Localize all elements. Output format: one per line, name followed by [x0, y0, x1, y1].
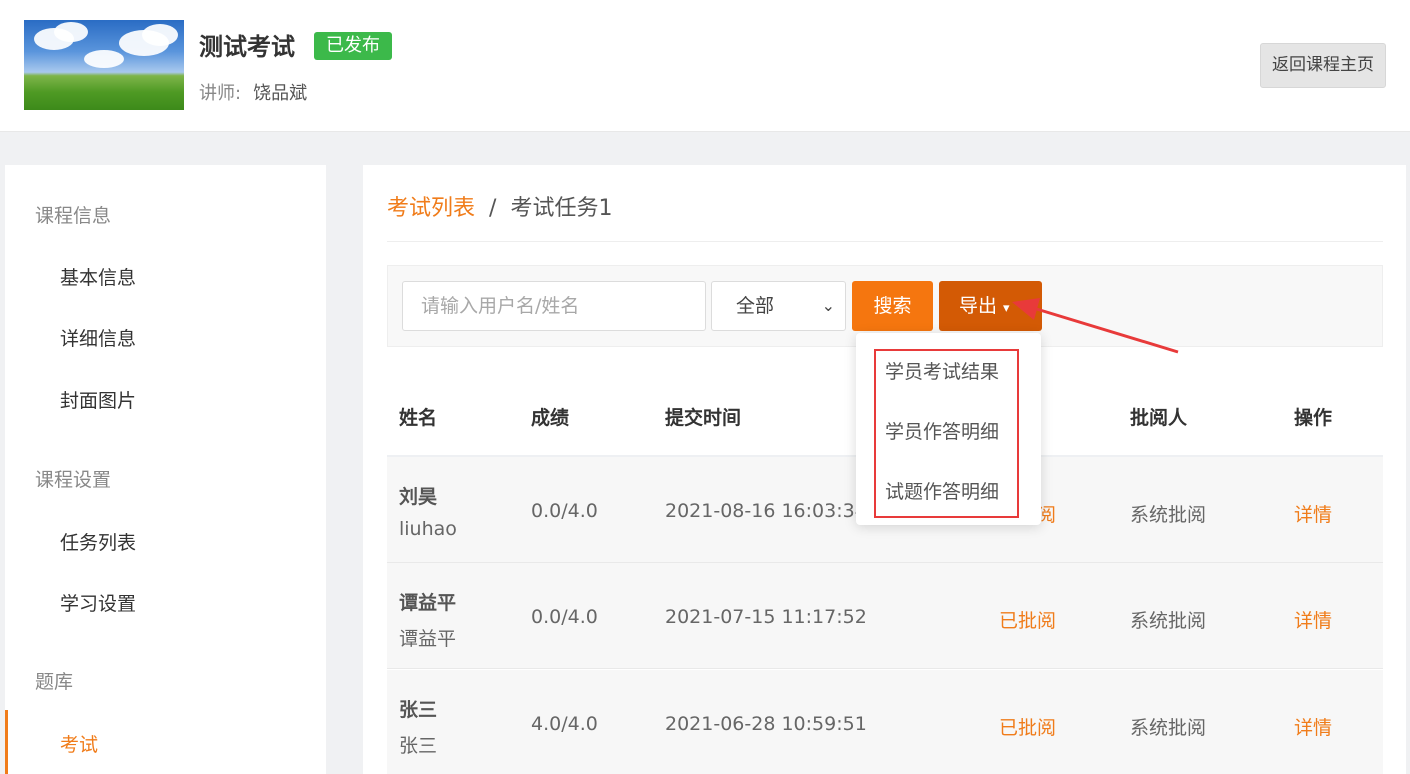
detail-link[interactable]: 详情 [1294, 713, 1332, 740]
table-row: 张三 张三 4.0/4.0 2021-06-28 10:59:51 已批阅 系统… [387, 670, 1383, 774]
sidebar-group-question-bank: 题库 [35, 671, 74, 693]
column-header-score: 成绩 [531, 407, 570, 429]
student-name: 谭益平 [399, 592, 457, 614]
export-menu-item-question-details[interactable]: 试题作答明细 [885, 477, 999, 504]
sidebar-item-task-list[interactable]: 任务列表 [60, 528, 136, 555]
sidebar-active-indicator [5, 710, 8, 774]
breadcrumb-separator: / [489, 196, 497, 221]
submit-time: 2021-08-16 16:03:34 [665, 500, 867, 522]
chevron-down-icon: ⌄ [821, 296, 835, 315]
score: 4.0/4.0 [531, 713, 598, 735]
score: 0.0/4.0 [531, 500, 598, 522]
divider [387, 241, 1383, 242]
student-username: liuhao [399, 518, 457, 540]
submit-time: 2021-07-15 11:17:52 [665, 606, 867, 628]
breadcrumb: 考试列表 / 考试任务1 [387, 190, 612, 222]
detail-link[interactable]: 详情 [1294, 500, 1332, 527]
back-to-course-button[interactable]: 返回课程主页 [1260, 43, 1386, 88]
export-menu-item-answer-details[interactable]: 学员作答明细 [885, 417, 999, 444]
score: 0.0/4.0 [531, 606, 598, 628]
sidebar-group-course-settings: 课程设置 [35, 469, 112, 491]
breadcrumb-current: 考试任务1 [510, 196, 613, 221]
caret-down-icon: ▾ [1003, 301, 1010, 316]
submit-time: 2021-06-28 10:59:51 [665, 713, 867, 735]
course-cover-image [24, 20, 184, 110]
column-header-name: 姓名 [399, 407, 438, 429]
sidebar-item-cover-image[interactable]: 封面图片 [60, 386, 136, 413]
student-name: 刘昊 [399, 486, 438, 508]
course-title: 测试考试 [199, 33, 295, 61]
column-header-reviewer: 批阅人 [1130, 407, 1188, 429]
sidebar: 课程信息 基本信息 详细信息 封面图片 课程设置 任务列表 学习设置 题库 考试 [5, 165, 326, 774]
student-name: 张三 [399, 699, 438, 721]
table-row: 谭益平 谭益平 0.0/4.0 2021-07-15 11:17:52 已批阅 … [387, 563, 1383, 669]
review-status: 已批阅 [999, 717, 1057, 739]
reviewer: 系统批阅 [1130, 610, 1207, 632]
student-username: 张三 [399, 735, 438, 757]
export-menu-item-exam-results[interactable]: 学员考试结果 [885, 357, 999, 384]
sidebar-group-course-info: 课程信息 [35, 205, 112, 227]
breadcrumb-exam-list-link[interactable]: 考试列表 [387, 196, 475, 221]
search-input[interactable] [402, 281, 706, 331]
student-username: 谭益平 [399, 628, 457, 650]
export-dropdown-menu: 学员考试结果 学员作答明细 试题作答明细 [856, 333, 1041, 525]
teacher-name: 饶品斌 [253, 83, 308, 104]
teacher-label: 讲师: [199, 83, 242, 104]
sidebar-item-detail-info[interactable]: 详细信息 [60, 324, 136, 351]
search-button[interactable]: 搜索 [852, 281, 933, 331]
review-status: 已批阅 [999, 610, 1057, 632]
status-filter-select[interactable]: 全部 ⌄ [711, 281, 846, 331]
reviewer: 系统批阅 [1130, 504, 1207, 526]
sidebar-item-exam[interactable]: 考试 [60, 730, 98, 757]
sidebar-item-basic-info[interactable]: 基本信息 [60, 263, 136, 290]
export-button[interactable]: 导出 ▾ [939, 281, 1042, 331]
teacher-info: 讲师: 饶品斌 [199, 79, 307, 105]
status-badge: 已发布 [314, 32, 392, 60]
course-header: 测试考试 已发布 讲师: 饶品斌 返回课程主页 [0, 0, 1410, 132]
column-header-action: 操作 [1294, 407, 1333, 429]
sidebar-item-learning-settings[interactable]: 学习设置 [60, 589, 136, 616]
reviewer: 系统批阅 [1130, 717, 1207, 739]
detail-link[interactable]: 详情 [1294, 606, 1332, 633]
export-button-label: 导出 [959, 295, 998, 317]
column-header-submit-time: 提交时间 [665, 407, 742, 429]
status-filter-value: 全部 [736, 295, 775, 317]
